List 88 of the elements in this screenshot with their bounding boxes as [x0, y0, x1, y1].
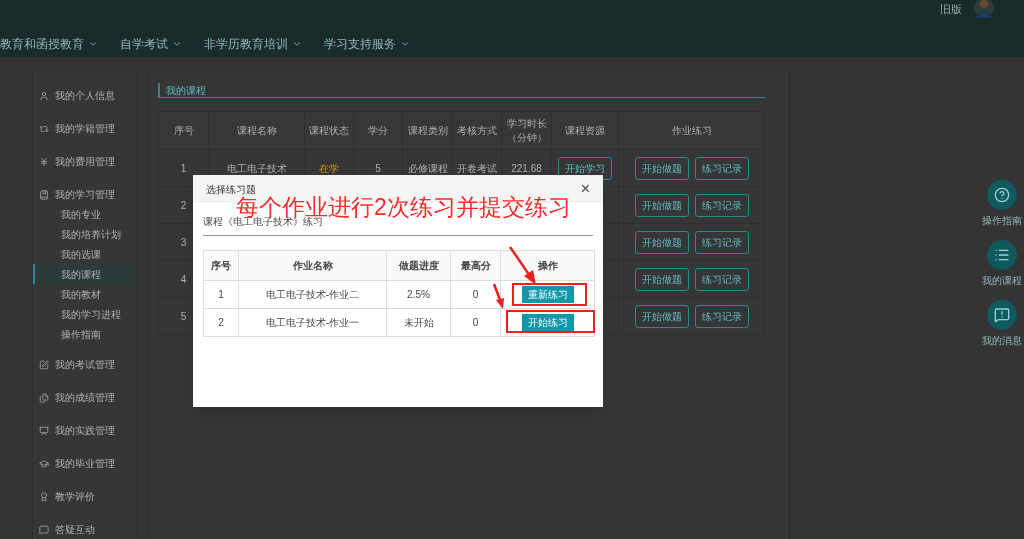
- nav-item[interactable]: 自学考试: [120, 34, 182, 53]
- table-cell: 必修课程: [407, 162, 448, 174]
- column-header: 课程类别: [407, 123, 448, 138]
- table-cell: 1: [180, 162, 187, 174]
- outline-button[interactable]: 练习记录: [694, 267, 749, 291]
- avatar[interactable]: [974, 0, 994, 18]
- annotation-arrow: [492, 283, 504, 309]
- sidebar-item[interactable]: 我的考试管理: [33, 348, 136, 381]
- table-cell: 2.5%: [407, 288, 430, 300]
- table-cell: 4: [180, 273, 187, 285]
- sidebar-subitem[interactable]: 我的课程: [33, 264, 136, 284]
- sidebar-subitem[interactable]: 我的培养计划: [33, 224, 136, 244]
- presentation-icon: [39, 425, 49, 436]
- outline-button[interactable]: 练习记录: [694, 156, 749, 180]
- table-cell: 电工电子技术-作业二: [265, 288, 360, 300]
- chat-icon: [39, 524, 49, 535]
- files-icon: [39, 392, 49, 403]
- award-icon: [39, 491, 49, 502]
- sidebar-item[interactable]: 我的个人信息: [33, 79, 136, 112]
- column-header: 课程资源: [565, 123, 605, 138]
- sidebar-subitem[interactable]: 我的选课: [33, 244, 136, 264]
- yen-icon: [39, 156, 49, 167]
- dialog-subtitle: 课程《电工电子技术》练习: [203, 216, 323, 229]
- floating-button[interactable]: 我的消息: [982, 300, 1022, 348]
- status-text: 在学: [319, 162, 339, 174]
- column-header: 课程名称: [236, 123, 277, 138]
- sidebar-item[interactable]: 我的毕业管理: [33, 447, 136, 480]
- annotation-arrow: [508, 246, 536, 285]
- message-icon: [994, 307, 1010, 323]
- sidebar-subitem[interactable]: 操作指南: [33, 324, 136, 344]
- sidebar-item[interactable]: 答疑互动: [33, 513, 136, 539]
- outline-button[interactable]: 练习记录: [694, 193, 749, 217]
- column-header: 课程状态: [309, 123, 349, 138]
- repeat-icon: [39, 123, 49, 134]
- table-cell: 2: [218, 316, 224, 328]
- table-cell: 0: [472, 316, 479, 328]
- outline-button[interactable]: 开始做题: [634, 193, 689, 217]
- column-header: 考核方式: [457, 123, 497, 138]
- column-header: 学习时长（分钟）: [505, 116, 548, 145]
- table-cell: 5: [180, 310, 187, 322]
- nav-item[interactable]: 教育和函授教育: [0, 34, 98, 53]
- outline-button[interactable]: 练习记录: [694, 304, 749, 328]
- outline-button[interactable]: 开始做题: [634, 267, 689, 291]
- user-icon: [39, 90, 49, 101]
- book-icon: [39, 189, 49, 200]
- outline-button[interactable]: 开始做题: [634, 156, 689, 180]
- sidebar-item[interactable]: 我的学籍管理: [33, 112, 136, 145]
- nav-item[interactable]: 学习支持服务: [324, 34, 410, 53]
- table-cell: 电工电子技术-作业一: [265, 316, 360, 328]
- section-title: 我的课程: [166, 83, 206, 98]
- sidebar-item[interactable]: 我的实践管理: [33, 414, 136, 447]
- graduation-cap-icon: [39, 458, 49, 469]
- sidebar-item[interactable]: 我的成绩管理: [33, 381, 136, 414]
- outline-button[interactable]: 练习记录: [694, 230, 749, 254]
- column-header: 序号: [173, 123, 194, 138]
- table-cell: 2: [180, 199, 187, 211]
- column-header: 学分: [368, 123, 388, 138]
- column-header: 做题进度: [398, 259, 439, 271]
- table-cell: 221.68: [511, 162, 542, 174]
- old-version-link[interactable]: 旧版: [940, 0, 962, 18]
- edit-icon: [39, 359, 49, 370]
- sidebar-subitem[interactable]: 我的学习进程: [33, 304, 136, 324]
- column-header: 作业名称: [292, 259, 333, 271]
- column-header: 操作: [537, 259, 558, 271]
- floating-button[interactable]: 我的课程: [982, 240, 1022, 288]
- outline-button[interactable]: 开始做题: [634, 230, 689, 254]
- dialog-title: 选择练习题: [206, 182, 256, 197]
- nav-item[interactable]: 非学历教育培训: [204, 34, 302, 53]
- table-cell: 未开始: [403, 316, 434, 328]
- table-cell: 3: [180, 236, 187, 248]
- table-cell: 电工电子技术: [226, 162, 287, 174]
- practice-button[interactable]: 开始练习: [521, 314, 574, 331]
- close-button[interactable]: ×: [580, 181, 590, 197]
- column-header: 最高分: [460, 259, 491, 271]
- table-cell: 1: [218, 288, 224, 300]
- help-icon: [994, 187, 1010, 203]
- list-icon: [994, 247, 1010, 263]
- outline-button[interactable]: 开始做题: [634, 304, 689, 328]
- floating-button[interactable]: 操作指南: [982, 180, 1022, 228]
- practice-button[interactable]: 重新练习: [521, 286, 574, 303]
- table-cell: 开卷考试: [457, 162, 497, 174]
- table-cell: 0: [472, 288, 479, 300]
- sidebar-subitem[interactable]: 我的教材: [33, 284, 136, 304]
- sidebar-item[interactable]: 教学评价: [33, 480, 136, 513]
- sidebar-item[interactable]: 我的费用管理: [33, 145, 136, 178]
- column-header: 序号: [211, 259, 231, 271]
- column-header: 作业练习: [671, 123, 712, 138]
- table-cell: 5: [375, 162, 381, 174]
